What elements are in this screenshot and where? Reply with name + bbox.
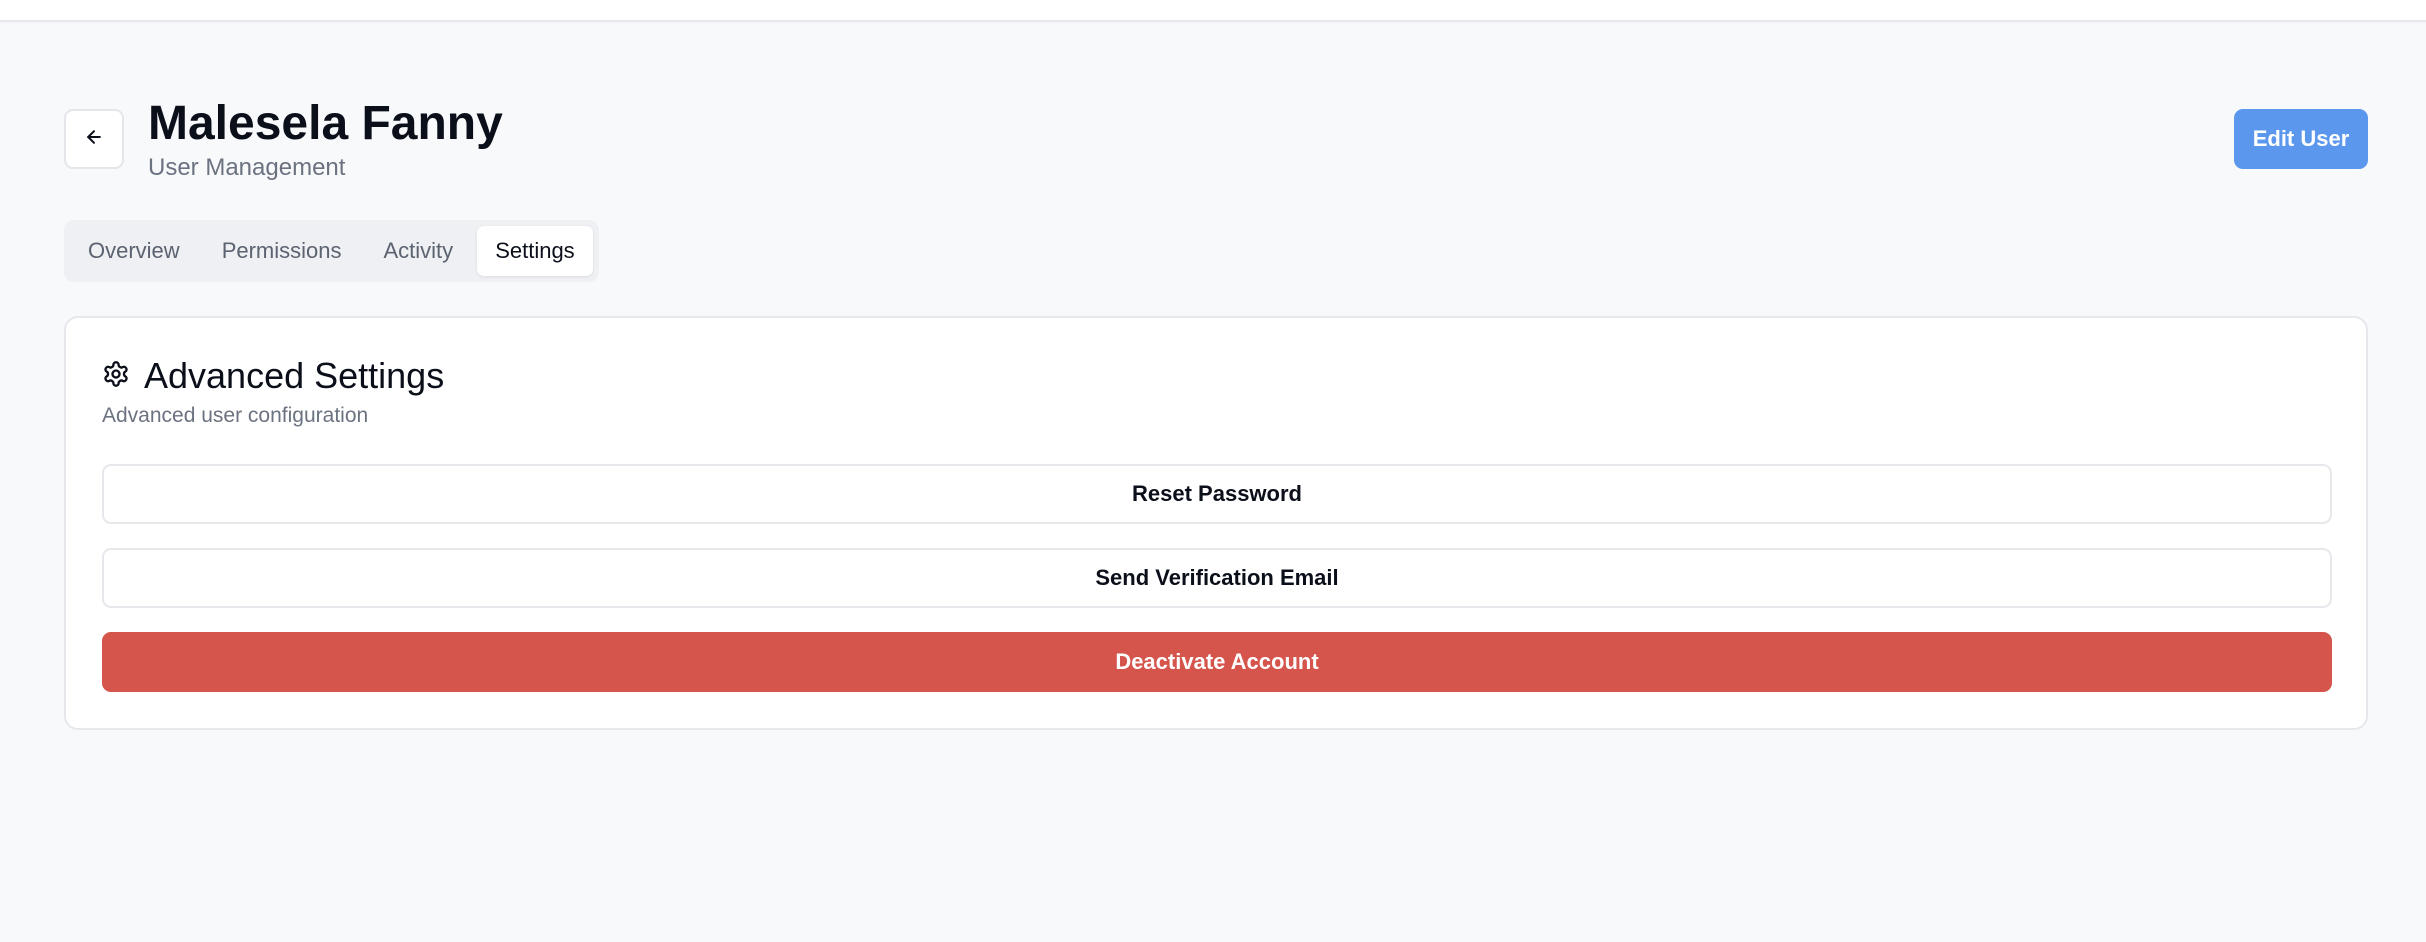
- tab-settings[interactable]: Settings: [477, 226, 593, 276]
- send-verification-email-button[interactable]: Send Verification Email: [102, 548, 2332, 608]
- tab-permissions[interactable]: Permissions: [204, 226, 360, 276]
- tab-activity[interactable]: Activity: [366, 226, 472, 276]
- tab-overview[interactable]: Overview: [70, 226, 198, 276]
- edit-user-button[interactable]: Edit User: [2234, 109, 2368, 169]
- card-description: Advanced user configuration: [102, 404, 369, 427]
- reset-password-button[interactable]: Reset Password: [102, 464, 2332, 524]
- advanced-settings-card: Advanced Settings Advanced user configur…: [64, 316, 2368, 730]
- deactivate-account-button[interactable]: Deactivate Account: [102, 632, 2332, 692]
- page-subtitle: User Management: [148, 154, 346, 181]
- back-button[interactable]: [64, 109, 124, 169]
- page-title: Malesela Fanny: [148, 97, 503, 150]
- card-header: Advanced Settings: [102, 354, 444, 398]
- gear-icon: [102, 360, 130, 393]
- top-bar: [0, 0, 2426, 22]
- card-title: Advanced Settings: [144, 355, 445, 396]
- tab-list: Overview Permissions Activity Settings: [64, 220, 599, 282]
- arrow-left-icon: [84, 127, 104, 152]
